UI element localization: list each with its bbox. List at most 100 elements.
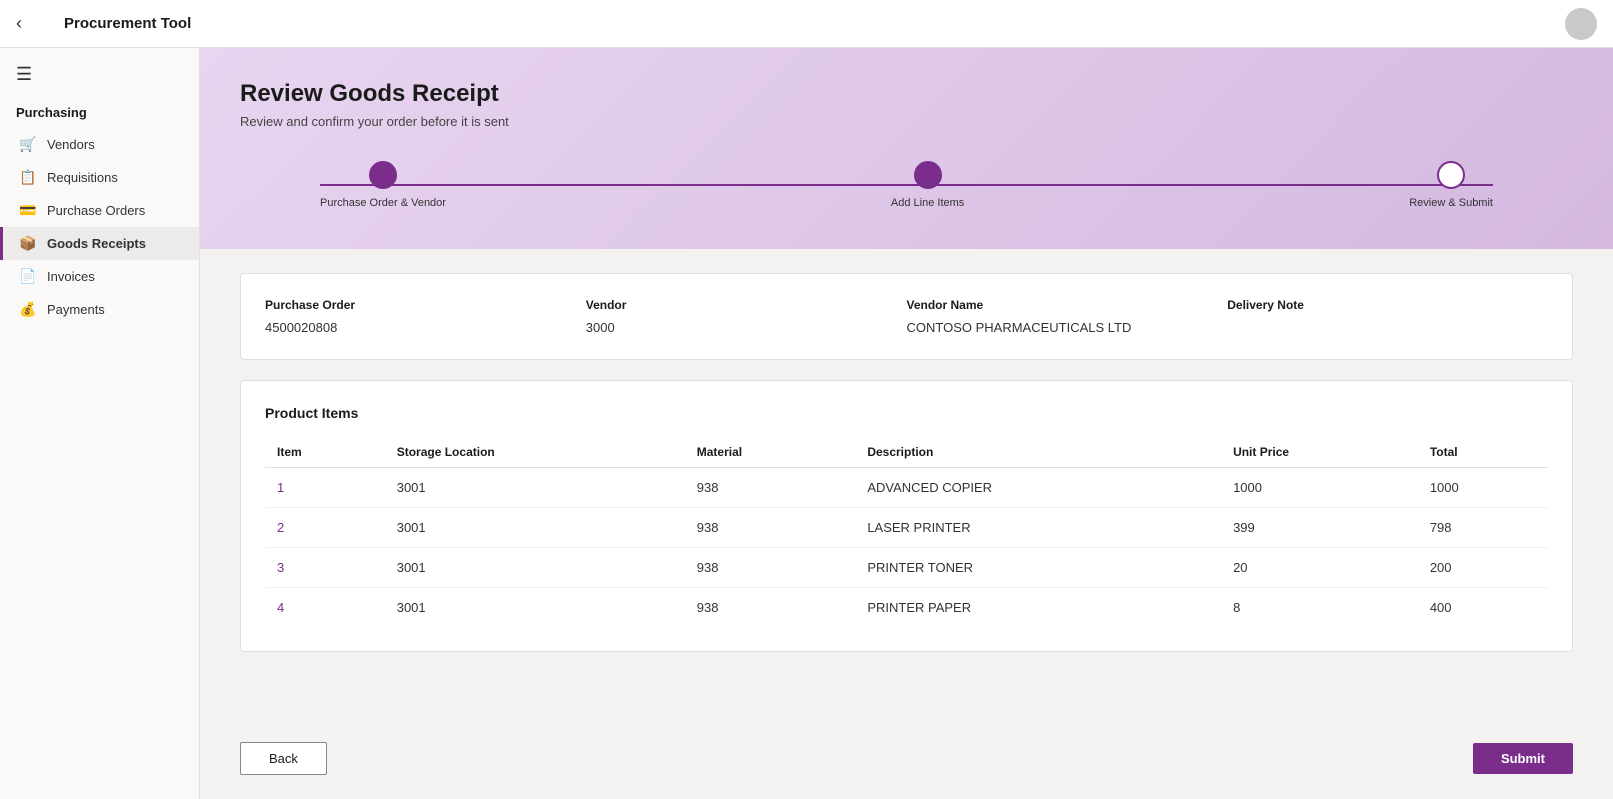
cell-description: PRINTER TONER (855, 548, 1221, 588)
col-header-unit-price: Unit Price (1221, 437, 1418, 468)
cell-unit-price: 399 (1221, 508, 1418, 548)
cell-storage-location: 3001 (385, 508, 685, 548)
cell-total: 1000 (1418, 468, 1548, 508)
stepper-step-2: Add Line Items (891, 161, 964, 209)
col-header-description: Description (855, 437, 1221, 468)
table-header: Item Storage Location Material Descripti… (265, 437, 1548, 468)
table-row: 1 3001 938 ADVANCED COPIER 1000 1000 (265, 468, 1548, 508)
col-header-storage-location: Storage Location (385, 437, 685, 468)
table-body: 1 3001 938 ADVANCED COPIER 1000 1000 2 3… (265, 468, 1548, 628)
submit-button[interactable]: Submit (1473, 743, 1573, 774)
cell-description: PRINTER PAPER (855, 588, 1221, 628)
cell-item: 1 (265, 468, 385, 508)
cell-storage-location: 3001 (385, 588, 685, 628)
col-header-total: Total (1418, 437, 1548, 468)
info-label-vendor-name: Vendor Name (907, 298, 1228, 312)
actions-bar: Back Submit (200, 726, 1613, 799)
cell-material: 938 (685, 508, 856, 548)
col-header-material: Material (685, 437, 856, 468)
content-area: Purchase Order 4500020808 Vendor 3000 Ve… (200, 249, 1613, 726)
cell-description: LASER PRINTER (855, 508, 1221, 548)
back-button[interactable]: Back (240, 742, 327, 775)
product-items-table: Item Storage Location Material Descripti… (265, 437, 1548, 627)
info-value-vendor: 3000 (586, 320, 907, 335)
cell-item: 3 (265, 548, 385, 588)
sidebar-item-label-requisitions: Requisitions (47, 170, 118, 185)
cell-unit-price: 1000 (1221, 468, 1418, 508)
cell-material: 938 (685, 588, 856, 628)
goods-receipts-icon: 📦 (19, 235, 37, 252)
layout: ☰ Purchasing 🛒 Vendors 📋 Requisitions 💳 … (0, 48, 1613, 799)
sidebar-item-purchase-orders[interactable]: 💳 Purchase Orders (0, 194, 199, 227)
info-col-po: Purchase Order 4500020808 (265, 298, 586, 335)
cell-description: ADVANCED COPIER (855, 468, 1221, 508)
stepper-circle-1 (369, 161, 397, 189)
topbar: ‹ Procurement Tool (0, 0, 1613, 48)
back-nav-button[interactable]: ‹ (16, 13, 22, 34)
cell-total: 400 (1418, 588, 1548, 628)
info-label-delivery-note: Delivery Note (1227, 298, 1548, 312)
main-content: Review Goods Receipt Review and confirm … (200, 48, 1613, 799)
hero-section: Review Goods Receipt Review and confirm … (200, 48, 1613, 249)
table-row: 4 3001 938 PRINTER PAPER 8 400 (265, 588, 1548, 628)
payments-icon: 💰 (19, 301, 37, 318)
order-info-card: Purchase Order 4500020808 Vendor 3000 Ve… (240, 273, 1573, 360)
sidebar-item-vendors[interactable]: 🛒 Vendors (0, 128, 199, 161)
stepper: Purchase Order & Vendor Add Line Items R… (240, 161, 1573, 209)
cell-unit-price: 8 (1221, 588, 1418, 628)
product-items-card: Product Items Item Storage Location Mate… (240, 380, 1573, 652)
table-row: 3 3001 938 PRINTER TONER 20 200 (265, 548, 1548, 588)
product-items-title: Product Items (265, 405, 1548, 421)
logo-red (32, 13, 42, 23)
info-col-vendor-name: Vendor Name CONTOSO PHARMACEUTICALS LTD (907, 298, 1228, 335)
info-value-po: 4500020808 (265, 320, 586, 335)
info-label-po: Purchase Order (265, 298, 586, 312)
info-value-vendor-name: CONTOSO PHARMACEUTICALS LTD (907, 320, 1228, 335)
cell-material: 938 (685, 548, 856, 588)
logo-yellow (44, 25, 54, 35)
page-title: Review Goods Receipt (240, 80, 1573, 108)
vendors-icon: 🛒 (19, 136, 37, 153)
cell-item: 2 (265, 508, 385, 548)
cell-storage-location: 3001 (385, 548, 685, 588)
cell-unit-price: 20 (1221, 548, 1418, 588)
stepper-circle-3 (1437, 161, 1465, 189)
sidebar-item-requisitions[interactable]: 📋 Requisitions (0, 161, 199, 194)
stepper-circle-2 (914, 161, 942, 189)
sidebar-item-label-purchase-orders: Purchase Orders (47, 203, 145, 218)
table-header-row: Item Storage Location Material Descripti… (265, 437, 1548, 468)
order-info-row: Purchase Order 4500020808 Vendor 3000 Ve… (265, 298, 1548, 335)
avatar[interactable] (1565, 8, 1597, 40)
app-title: Procurement Tool (64, 15, 191, 32)
hamburger-icon[interactable]: ☰ (0, 48, 199, 93)
page-subtitle: Review and confirm your order before it … (240, 114, 1573, 129)
info-col-delivery-note: Delivery Note (1227, 298, 1548, 335)
cell-item: 4 (265, 588, 385, 628)
requisitions-icon: 📋 (19, 169, 37, 186)
stepper-label-3: Review & Submit (1409, 197, 1493, 209)
topbar-left: ‹ Procurement Tool (16, 13, 191, 35)
sidebar: ☰ Purchasing 🛒 Vendors 📋 Requisitions 💳 … (0, 48, 200, 799)
cell-storage-location: 3001 (385, 468, 685, 508)
info-label-vendor: Vendor (586, 298, 907, 312)
cell-total: 200 (1418, 548, 1548, 588)
table-row: 2 3001 938 LASER PRINTER 399 798 (265, 508, 1548, 548)
purchase-orders-icon: 💳 (19, 202, 37, 219)
sidebar-section-title: Purchasing (0, 93, 199, 128)
stepper-label-1: Purchase Order & Vendor (320, 197, 446, 209)
sidebar-item-goods-receipts[interactable]: 📦 Goods Receipts (0, 227, 199, 260)
logo-green (44, 13, 54, 23)
sidebar-item-payments[interactable]: 💰 Payments (0, 293, 199, 326)
sidebar-item-label-vendors: Vendors (47, 137, 95, 152)
ms-logo (32, 13, 54, 35)
col-header-item: Item (265, 437, 385, 468)
cell-material: 938 (685, 468, 856, 508)
stepper-label-2: Add Line Items (891, 197, 964, 209)
logo-blue (32, 25, 42, 35)
sidebar-item-label-payments: Payments (47, 302, 105, 317)
sidebar-item-label-invoices: Invoices (47, 269, 95, 284)
invoices-icon: 📄 (19, 268, 37, 285)
stepper-step-1: Purchase Order & Vendor (320, 161, 446, 209)
sidebar-item-label-goods-receipts: Goods Receipts (47, 236, 146, 251)
sidebar-item-invoices[interactable]: 📄 Invoices (0, 260, 199, 293)
